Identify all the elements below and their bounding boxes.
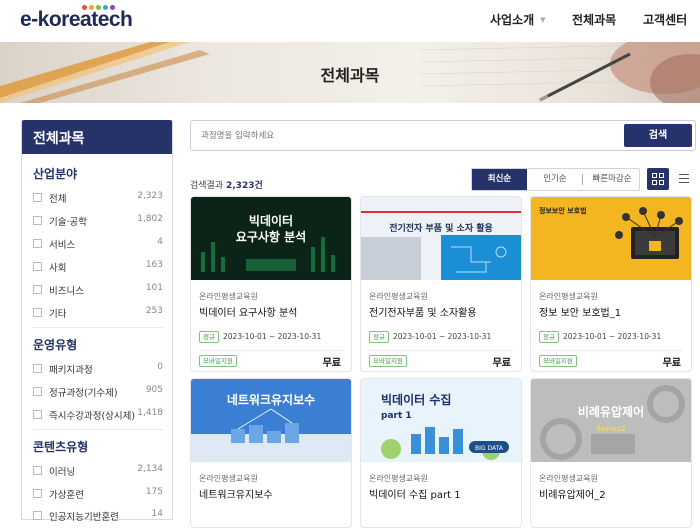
section-operation-title: 운영유형 xyxy=(33,338,78,352)
course-provider: 온라인평생교육원 xyxy=(199,292,258,301)
divider xyxy=(33,429,163,430)
checkbox[interactable] xyxy=(33,285,42,294)
course-title[interactable]: 비례유압제어_2 xyxy=(539,486,606,501)
course-card[interactable]: BIG DATA 빅데이터 수집 part 1 온라인평생교육원 빅데이터 수집 … xyxy=(360,378,522,528)
course-price: 무료 xyxy=(492,358,511,369)
course-type-badge: 정규 xyxy=(199,331,219,343)
filter-item[interactable]: 전체 2,323 xyxy=(33,190,163,206)
course-title[interactable]: 전기전자부품 및 소자활용 xyxy=(369,304,477,319)
course-title[interactable]: 정보 보안 보호법_1 xyxy=(539,304,621,319)
chevron-down-icon: ▼ xyxy=(540,16,546,24)
course-type-badge: 정규 xyxy=(539,331,559,343)
course-provider: 온라인평생교육원 xyxy=(539,292,598,301)
course-title[interactable]: 빅데이터 수집 part 1 xyxy=(369,486,461,501)
filter-item[interactable]: 사회 163 xyxy=(33,259,163,275)
course-provider: 온라인평생교육원 xyxy=(369,474,428,483)
thumbnail-title: 네트워크유지보수 xyxy=(226,393,316,407)
nav-all-courses[interactable]: 전체과목 xyxy=(572,11,616,28)
course-type-badge: 정규 xyxy=(369,331,389,343)
search-input[interactable] xyxy=(201,127,601,145)
divider xyxy=(33,327,163,328)
divider xyxy=(199,350,343,351)
filter-item[interactable]: 인공지능기반훈련 14 xyxy=(33,508,163,524)
checkbox[interactable] xyxy=(33,308,42,317)
course-price: 무료 xyxy=(322,358,341,369)
checkbox[interactable] xyxy=(33,193,42,202)
course-provider: 온라인평생교육원 xyxy=(369,292,428,301)
nav-about[interactable]: 사업소개 ▼ xyxy=(490,11,546,28)
sort-deadline[interactable]: 빠른마감순 xyxy=(584,169,640,190)
course-card[interactable]: 전기전자 부품 및 소자 활용 온라인평생교육원 전기전자부품 및 소자활용 정… xyxy=(360,196,522,372)
filter-item[interactable]: 이러닝 2,134 xyxy=(33,463,163,479)
checkbox[interactable] xyxy=(33,489,42,498)
course-provider: 온라인평생교육원 xyxy=(539,474,598,483)
thumbnail-title: 정보보안 보호법 xyxy=(539,207,587,215)
filter-item[interactable]: 패키지과정 0 xyxy=(33,361,163,377)
course-title[interactable]: 네트워크유지보수 xyxy=(199,486,273,501)
checkbox[interactable] xyxy=(33,262,42,271)
list-view-icon[interactable] xyxy=(678,172,690,184)
sort-latest[interactable]: 최신순 xyxy=(472,169,527,190)
search-bar: 검색 xyxy=(190,120,696,151)
thumbnail-art xyxy=(361,197,521,280)
section-industry-title: 산업분야 xyxy=(33,167,78,181)
course-period: 2023-10-01 ~ 2023-10-31 xyxy=(223,332,322,341)
sort-popular[interactable]: 인기순 xyxy=(528,169,582,190)
course-thumbnail: 정보보안 보호법 xyxy=(531,197,691,280)
logo-dots xyxy=(82,5,115,10)
checkbox[interactable] xyxy=(33,364,42,373)
filter-item[interactable]: 비즈니스 101 xyxy=(33,282,163,298)
course-card[interactable]: 빅데이터 요구사항 분석 온라인평생교육원 빅데이터 요구사항 분석 정규 202… xyxy=(190,196,352,372)
filter-item[interactable]: 기술·공학 1,802 xyxy=(33,213,163,229)
course-thumbnail: 전기전자 부품 및 소자 활용 xyxy=(361,197,521,280)
search-button[interactable]: 검색 xyxy=(624,124,692,147)
filter-sidebar: 전체과목 산업분야 전체 2,323 기술·공학 1,802 서비스 4 사회 163 … xyxy=(21,120,173,523)
sort-divider xyxy=(582,174,583,185)
site-header: e-koreatech 사업소개 ▼ 전체과목 고객센터 xyxy=(0,0,700,42)
thumbnail-title: 비례유압제어 Series2 xyxy=(577,405,645,433)
thumbnail-title: 빅데이터 수집 part 1 xyxy=(381,393,452,421)
section-content-title: 콘텐츠유형 xyxy=(33,440,89,454)
svg-text:BIG DATA: BIG DATA xyxy=(475,445,504,452)
course-thumbnail: 빅데이터 요구사항 분석 xyxy=(191,197,351,280)
course-thumbnail: 네트워크유지보수 xyxy=(191,379,351,462)
checkbox[interactable] xyxy=(33,239,42,248)
course-price: 무료 xyxy=(662,358,681,369)
divider xyxy=(369,350,513,351)
filter-item[interactable]: 정규과정(기수제) 905 xyxy=(33,384,163,400)
course-provider: 온라인평생교육원 xyxy=(199,474,258,483)
nav-customer-center[interactable]: 고객센터 xyxy=(643,11,687,28)
filter-item[interactable]: 가상훈련 175 xyxy=(33,486,163,502)
sort-toggle: 최신순 인기순 빠른마감순 xyxy=(471,168,640,191)
course-thumbnail: BIG DATA 빅데이터 수집 part 1 xyxy=(361,379,521,462)
thumbnail-title: 전기전자 부품 및 소자 활용 xyxy=(389,224,493,234)
mobile-badge: 모바일지원 xyxy=(369,355,407,367)
checkbox[interactable] xyxy=(33,216,42,225)
page-banner: 전체과목 xyxy=(0,42,700,103)
site-logo[interactable]: e-koreatech xyxy=(20,8,133,32)
filter-item[interactable]: 서비스 4 xyxy=(33,236,163,252)
filter-item[interactable]: 기타 253 xyxy=(33,305,163,321)
course-card[interactable]: 비례유압제어 Series2 온라인평생교육원 비례유압제어_2 xyxy=(530,378,692,528)
course-card[interactable]: 네트워크유지보수 온라인평생교육원 네트워크유지보수 xyxy=(190,378,352,528)
grid-view-icon[interactable] xyxy=(647,168,669,190)
course-period: 2023-10-01 ~ 2023-10-31 xyxy=(393,332,492,341)
course-thumbnail: 비례유압제어 Series2 xyxy=(531,379,691,462)
thumbnail-title: 빅데이터 요구사항 분석 xyxy=(235,214,307,244)
checkbox[interactable] xyxy=(33,410,42,419)
divider xyxy=(539,350,683,351)
page-title: 전체과목 xyxy=(320,66,380,85)
course-card[interactable]: 정보보안 보호법 온라인평생교육원 정보 보안 보호법_1 정규 2023-10… xyxy=(530,196,692,372)
checkbox[interactable] xyxy=(33,466,42,475)
result-count: 검색결과 2,323건 xyxy=(190,181,263,191)
sidebar-title: 전체과목 xyxy=(22,120,172,154)
mobile-badge: 모바일지원 xyxy=(539,355,577,367)
course-period: 2023-10-01 ~ 2023-10-31 xyxy=(563,332,662,341)
checkbox[interactable] xyxy=(33,387,42,396)
filter-item[interactable]: 즉시수강과정(상시제) 1,418 xyxy=(33,407,163,423)
mobile-badge: 모바일지원 xyxy=(199,355,237,367)
course-title[interactable]: 빅데이터 요구사항 분석 xyxy=(199,304,297,319)
